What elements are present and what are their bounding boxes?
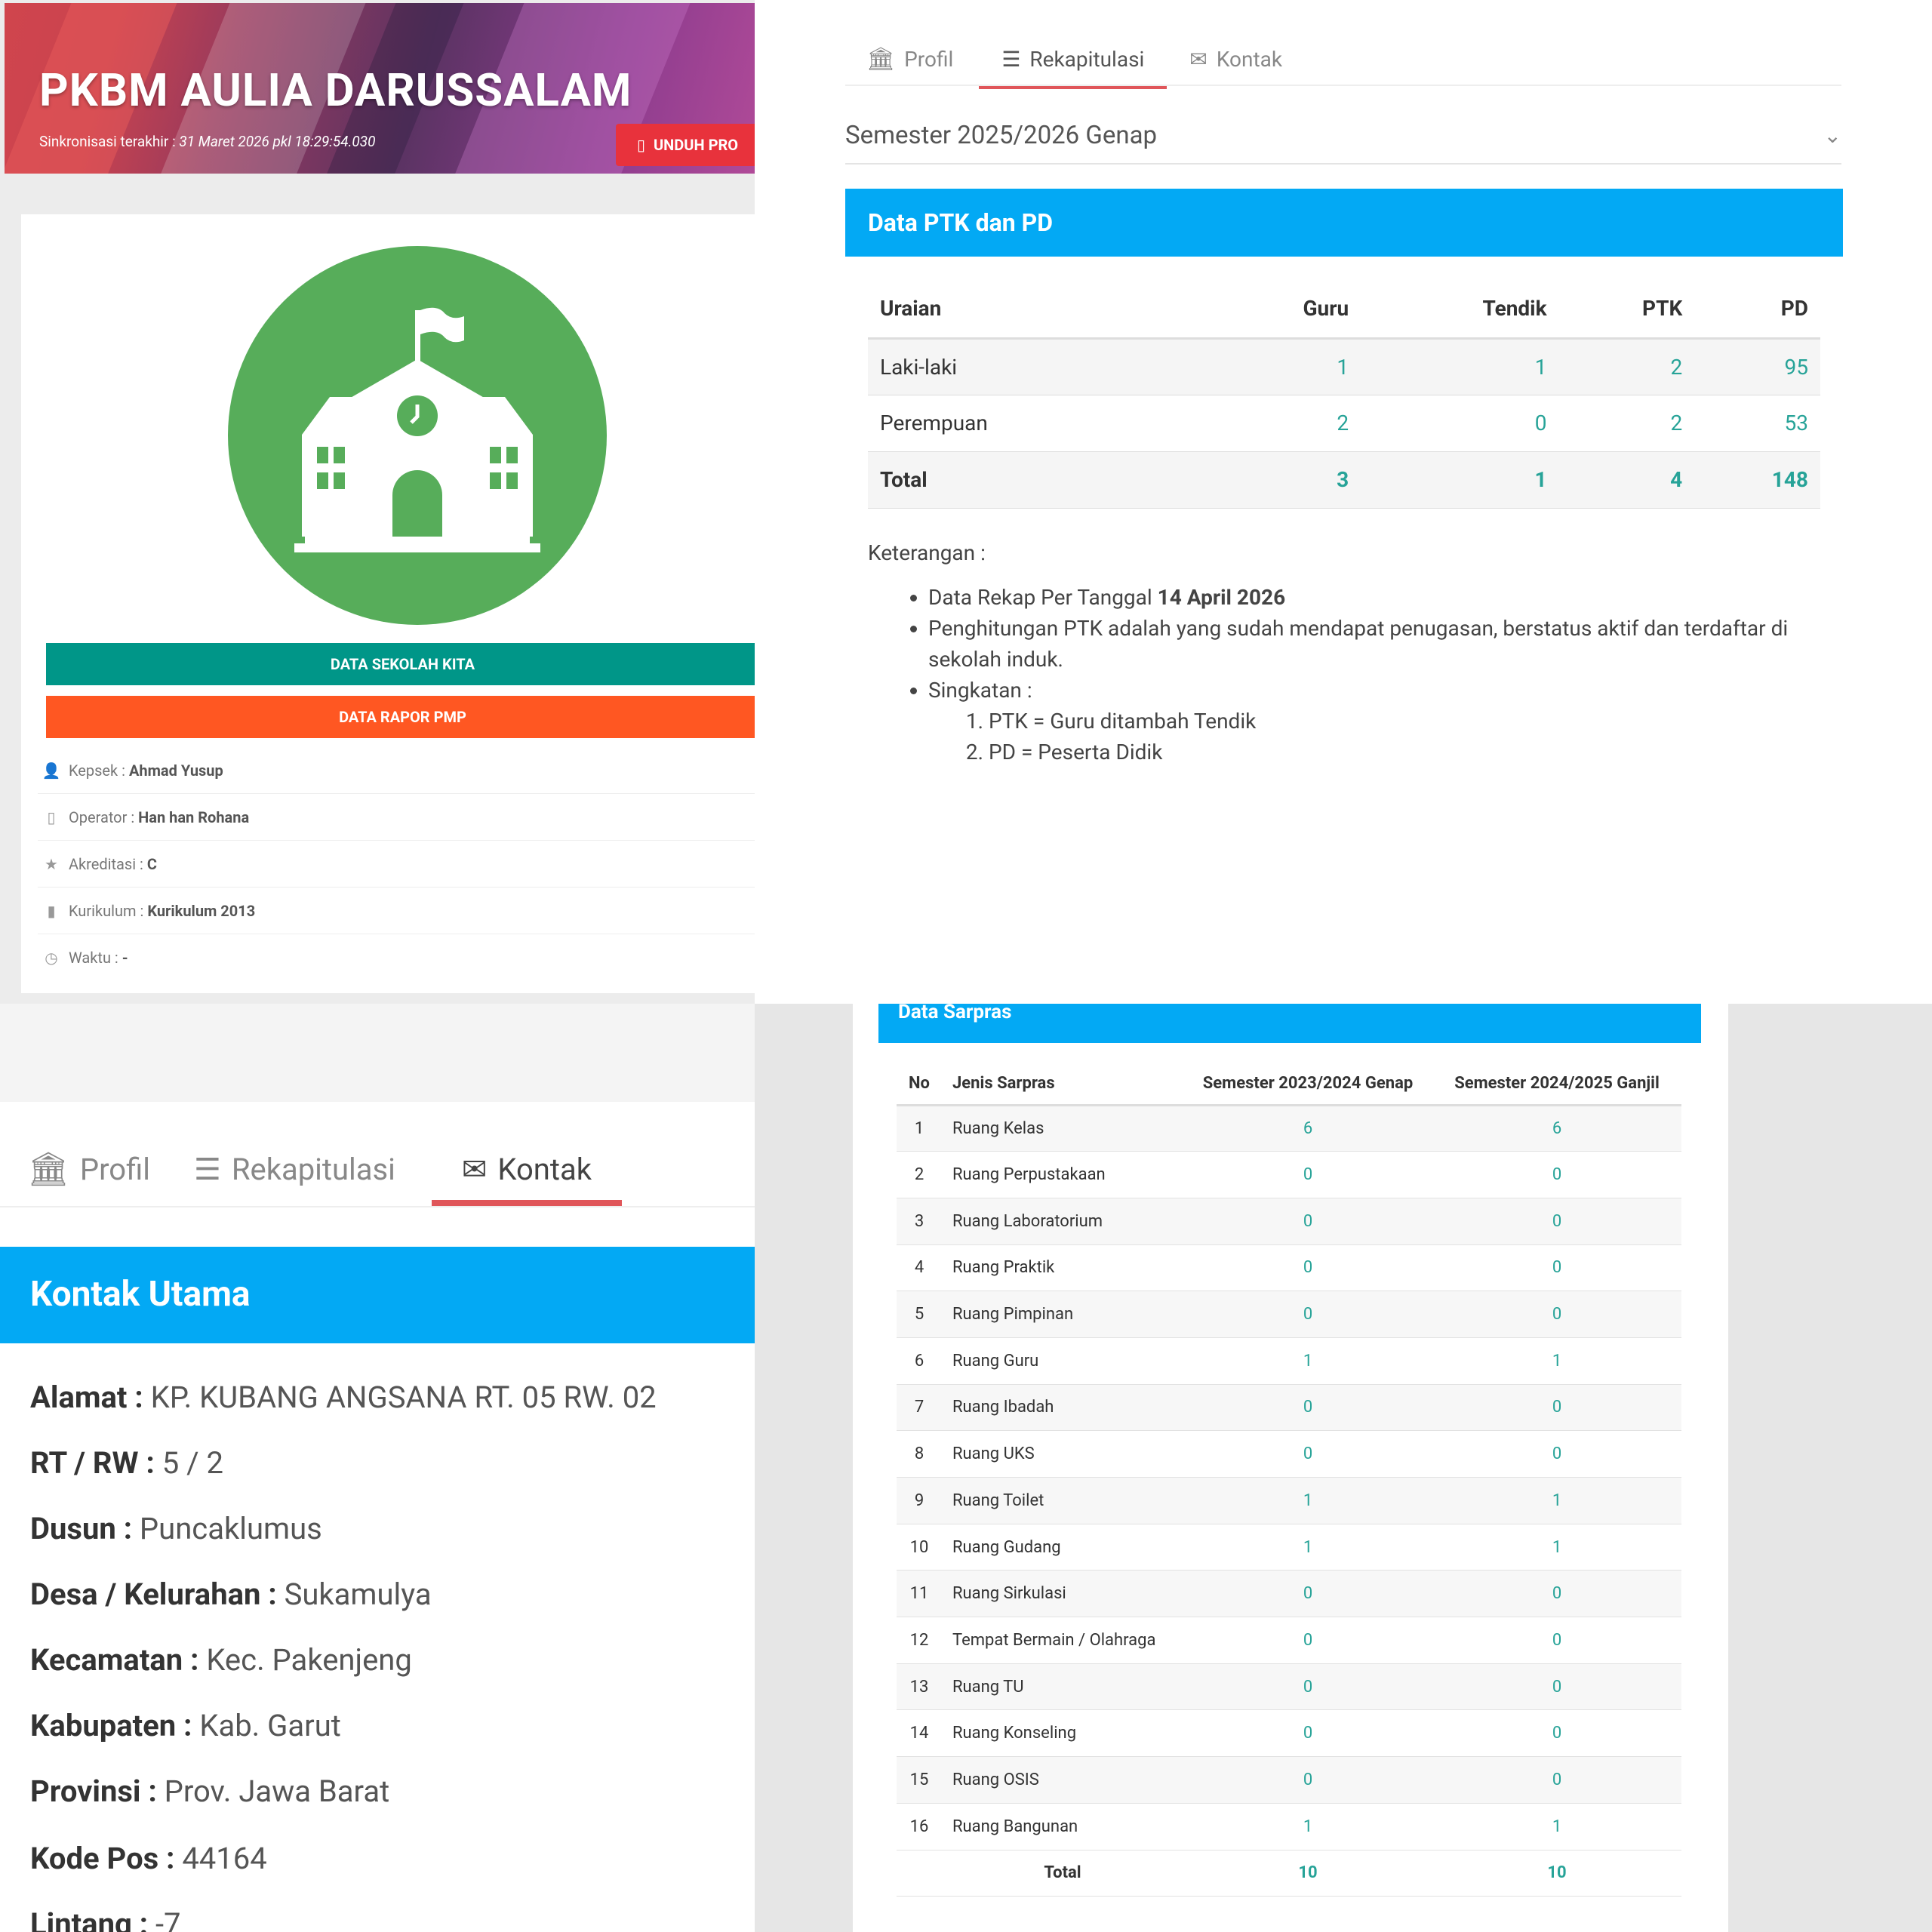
tab-kontak[interactable]: ✉ Kontak [431,1132,623,1206]
active-tab-indicator [431,1200,623,1206]
list-item: Penghitungan PTK adalah yang sudah menda… [928,613,1819,675]
sarpras-header: Data Sarpras [878,1004,1701,1043]
school-card: DATA SEKOLAH KITA DATA RAPOR PMP 👤 Kepse… [21,214,755,993]
tab-profil[interactable]: 🏛 Profil [27,1132,186,1206]
unduh-profil-button[interactable]: ▯ UNDUH PRO [616,124,755,166]
table-row: 13 Ruang TU 0 0 [897,1663,1681,1711]
table-row: 14 Ruang Konseling 0 0 [897,1709,1681,1758]
tab-profil[interactable]: 🏛 Profil [866,29,979,89]
table-row: 6 Ruang Guru 1 1 [897,1337,1681,1385]
star-icon: ★ [45,855,58,873]
table-row: Laki-laki 1 1 2 95 [868,338,1820,395]
tab-kontak[interactable]: ✉ Kontak [1167,29,1305,89]
sync-time: 31 Maret 2026 pkl 18:29:54.030 [179,133,376,150]
sync-info: Sinkronisasi terakhir : 31 Maret 2026 pk… [39,133,376,150]
list-item: PTK = Guru ditambah Tendik [989,706,1819,737]
tab-bar-kontak: 🏛 Profil ☰ Rekapitulasi ✉ Kontak [27,1132,623,1206]
tab-bar: 🏛 Profil ☰ Rekapitulasi ✉ Kontak [866,29,1305,89]
keterangan-list: Data Rekap Per Tanggal 14 April 2026 Pen… [928,582,1819,768]
table-row: 7 Ruang Ibadah 0 0 [897,1384,1681,1432]
table-row: 10 Ruang Gudang 1 1 [897,1524,1681,1571]
table-row: 2 Ruang Perpustakaan 0 0 [897,1151,1681,1198]
book-icon: ▮ [47,902,56,920]
school-name: PKBM AULIA DARUSSALAM [39,63,632,117]
kontak-kode-pos: Kode Pos : 44164 [30,1841,267,1876]
server-icon: ☰ [1001,46,1021,72]
sarpras-card: Data Sarpras No Jenis Sarpras Semester 2… [853,1004,1728,1932]
server-icon: ☰ [193,1151,221,1187]
kontak-provinsi: Provinsi : Prov. Jawa Barat [30,1774,390,1809]
col-pd: PD [1694,279,1820,340]
info-kurikulum: ▮ Kurikulum : Kurikulum 2013 [38,888,755,934]
table-row: 1 Ruang Kelas 6 6 [897,1105,1681,1152]
table-row: Perempuan 2 0 2 53 [868,395,1820,452]
table-row: 11 Ruang Sirkulasi 0 0 [897,1570,1681,1618]
col-jenis: Jenis Sarpras [942,1063,1183,1106]
kontak-dusun: Dusun : Puncaklumus [30,1511,322,1546]
bank-icon: 🏛 [27,1149,69,1189]
list-item: Singkatan : PTK = Guru ditambah Tendik P… [928,675,1819,768]
top-spacer [0,1004,755,1102]
info-waktu: ◷ Waktu : - [38,934,755,981]
col-ptk: PTK [1558,279,1695,340]
kontak-lintang: Lintang : -7 [30,1906,181,1932]
table-row: 8 Ruang UKS 0 0 [897,1430,1681,1478]
data-rapor-pmp-button[interactable]: DATA RAPOR PMP [46,696,755,738]
bank-icon: 🏛 [866,45,896,72]
tab-rekapitulasi[interactable]: ☰ Rekapitulasi [979,29,1168,89]
envelope-icon: ✉ [1189,46,1208,72]
tab-rekapitulasi[interactable]: ☰ Rekapitulasi [186,1132,432,1206]
data-sekolah-kita-button[interactable]: DATA SEKOLAH KITA [46,643,755,685]
table-row: 3 Ruang Laboratorium 0 0 [897,1198,1681,1245]
table-row: 9 Ruang Toilet 1 1 [897,1477,1681,1524]
ptk-pd-header: Data PTK dan PD [845,189,1843,257]
singkatan-list: PTK = Guru ditambah Tendik PD = Peserta … [989,706,1819,768]
list-item: PD = Peserta Didik [989,737,1819,768]
table-row: 4 Ruang Praktik 0 0 [897,1244,1681,1292]
col-guru: Guru [1210,279,1361,340]
col-uraian: Uraian [868,279,1211,340]
sarpras-panel: Data Sarpras No Jenis Sarpras Semester 2… [755,1004,1932,1932]
table-row-total: Total 3 1 4 148 [868,451,1820,509]
kontak-panel: 🏛 Profil ☰ Rekapitulasi ✉ Kontak Kontak … [0,1004,755,1932]
file-icon: ▯ [637,136,646,154]
school-banner: PKBM AULIA DARUSSALAM Sinkronisasi terak… [5,3,755,174]
kontak-utama-header: Kontak Utama [0,1247,755,1343]
chevron-down-icon: ⌄ [1823,123,1841,148]
col-no: No [897,1063,942,1106]
table-row-total: Total 10 10 [897,1850,1681,1897]
table-row: 15 Ruang OSIS 0 0 [897,1756,1681,1804]
table-row: 12 Tempat Bermain / Olahraga 0 0 [897,1617,1681,1664]
table-row: 5 Ruang Pimpinan 0 0 [897,1291,1681,1338]
info-operator: ▯ Operator : Han han Rohana [38,794,755,841]
phone-icon: ▯ [47,808,56,826]
kontak-alamat: Alamat : KP. KUBANG ANGSANA RT. 05 RW. 0… [30,1380,657,1415]
keterangan-title: Keterangan : [868,540,986,565]
clock-icon: ◷ [45,949,58,967]
sarpras-table: No Jenis Sarpras Semester 2023/2024 Gena… [897,1063,1681,1897]
col-semester-2: Semester 2024/2025 Ganjil [1432,1063,1681,1106]
school-logo [228,246,607,625]
col-semester-1: Semester 2023/2024 Genap [1183,1063,1432,1106]
envelope-icon: ✉ [461,1151,488,1187]
kontak-rt-rw: RT / RW : 5 / 2 [30,1445,223,1481]
table-row: 16 Ruang Bangunan 1 1 [897,1803,1681,1850]
kontak-kecamatan: Kecamatan : Kec. Pakenjeng [30,1642,412,1678]
keterangan: Keterangan : Data Rekap Per Tanggal 14 A… [868,537,1819,768]
info-akreditasi: ★ Akreditasi : C [38,841,755,888]
kontak-desa: Desa / Kelurahan : Sukamulya [30,1577,432,1612]
semester-value: Semester 2025/2026 Genap [845,121,1158,150]
ptk-pd-table: Uraian Guru Tendik PTK PD Laki-laki 1 1 2 95… [868,279,1820,509]
semester-select[interactable]: Semester 2025/2026 Genap ⌄ [845,106,1841,165]
list-item: Data Rekap Per Tanggal 14 April 2026 [928,582,1819,613]
tab-divider [0,1206,755,1208]
col-tendik: Tendik [1361,279,1559,340]
school-building-icon [294,307,540,552]
kontak-kabupaten: Kabupaten : Kab. Garut [30,1708,341,1743]
info-kepsek: 👤 Kepsek : Ahmad Yusup [38,747,755,794]
rekapitulasi-panel: 🏛 Profil ☰ Rekapitulasi ✉ Kontak Semeste… [755,0,1932,1004]
profile-panel: PKBM AULIA DARUSSALAM Sinkronisasi terak… [0,0,755,1004]
tab-divider [845,85,1841,86]
user-icon: 👤 [42,761,61,780]
